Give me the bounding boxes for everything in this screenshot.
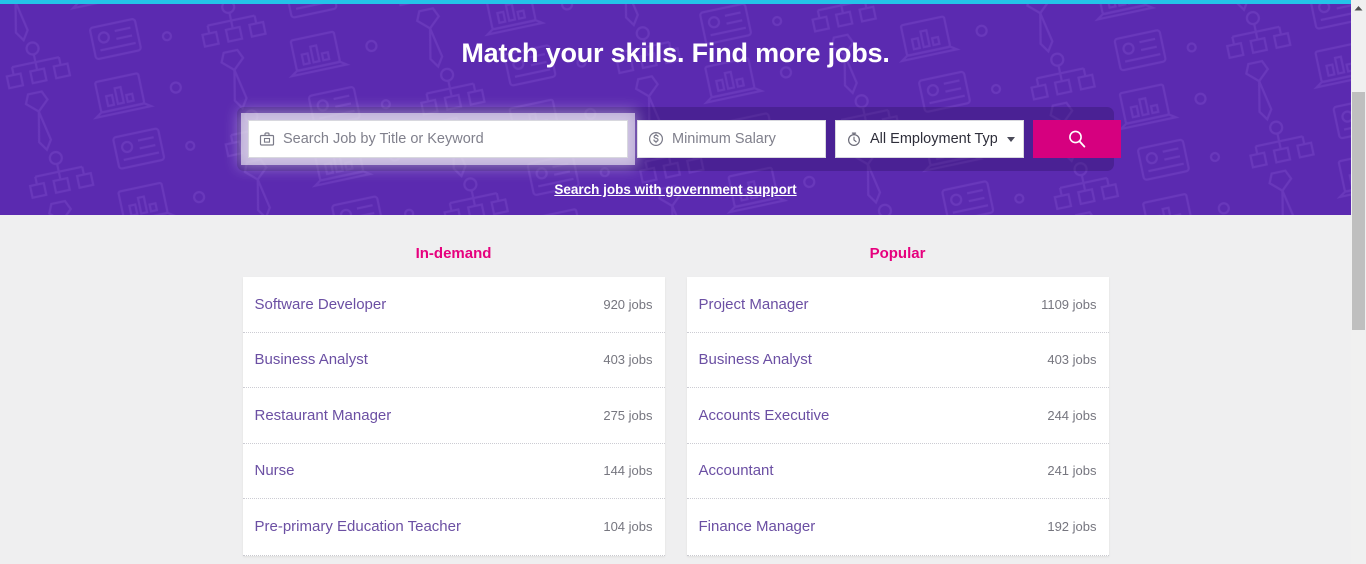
list-item[interactable]: Accountant 241 jobs	[686, 444, 1109, 499]
search-panel: Search Job by Title or Keyword Minimum S…	[237, 107, 1121, 171]
popular-column: Popular Project Manager 1109 jobs Busine…	[686, 245, 1109, 564]
scrollbar-thumb[interactable]	[1352, 92, 1365, 330]
job-title: Restaurant Manager	[254, 406, 392, 424]
search-button[interactable]	[1033, 120, 1121, 158]
scroll-up-arrow-icon	[1354, 6, 1363, 11]
list-item[interactable]: Pre-primary Education Teacher 104 jobs	[243, 499, 665, 555]
job-title: Business Analyst	[698, 351, 812, 369]
hero-title: Match your skills. Find more jobs.	[461, 38, 890, 68]
job-count: 403 jobs	[603, 352, 653, 368]
in-demand-column: In-demand Software Developer 920 jobs Bu…	[242, 245, 665, 564]
job-title: Finance Manager	[698, 518, 816, 536]
chevron-down-icon	[1007, 136, 1015, 142]
job-count: 1109 jobs	[1041, 296, 1097, 312]
list-item[interactable]: Business Analyst 403 jobs	[242, 333, 665, 388]
search-icon	[1069, 130, 1086, 148]
job-title: Accountant	[698, 462, 774, 480]
job-title: Software Developer	[254, 295, 387, 313]
keyword-search-field[interactable]: Search Job by Title or Keyword	[248, 120, 628, 158]
scroll-up-button[interactable]	[1351, 0, 1366, 16]
hero-banner: Match your skills. Find more jobs. Searc…	[0, 4, 1351, 215]
government-support-link[interactable]: Search jobs with government support	[554, 182, 796, 197]
job-count: 244 jobs	[1047, 407, 1097, 423]
dollar-circle-icon	[648, 131, 664, 147]
job-title: Project Manager	[698, 295, 809, 313]
top-accent-strip	[0, 0, 1351, 4]
list-item[interactable]: Finance Manager 192 jobs	[687, 499, 1109, 555]
job-title: Business Analyst	[254, 351, 368, 369]
job-title: Pre-primary Education Teacher	[254, 518, 461, 536]
keyword-search-placeholder: Search Job by Title or Keyword	[283, 131, 484, 147]
job-title: Nurse	[254, 462, 295, 480]
job-categories-section: In-demand Software Developer 920 jobs Bu…	[0, 215, 1351, 564]
job-count: 275 jobs	[603, 407, 653, 423]
list-item[interactable]: Project Manager 1109 jobs	[686, 277, 1109, 333]
list-item[interactable]: Business Analyst 403 jobs	[686, 333, 1109, 388]
job-title: Accounts Executive	[698, 406, 830, 424]
minimum-salary-field[interactable]: Minimum Salary	[637, 120, 826, 158]
job-count: 192 jobs	[1047, 519, 1097, 535]
job-count: 403 jobs	[1047, 352, 1097, 368]
popular-card: Project Manager 1109 jobs Business Analy…	[686, 277, 1109, 556]
government-support-link-wrap: Search jobs with government support	[0, 181, 1351, 199]
list-item[interactable]: Software Developer 920 jobs	[242, 277, 665, 333]
list-item[interactable]: Restaurant Manager 275 jobs	[242, 388, 665, 444]
list-item[interactable]: Accounts Executive 244 jobs	[686, 388, 1109, 444]
popular-heading: Popular	[869, 245, 926, 262]
search-form: Search Job by Title or Keyword Minimum S…	[248, 120, 1121, 158]
briefcase-icon	[259, 132, 275, 146]
list-item[interactable]: Nurse 144 jobs	[242, 444, 665, 499]
page-root: Match your skills. Find more jobs. Searc…	[0, 0, 1366, 564]
job-count: 144 jobs	[603, 463, 653, 479]
job-count: 104 jobs	[603, 519, 653, 535]
in-demand-heading: In-demand	[415, 245, 492, 262]
vertical-scrollbar[interactable]	[1351, 0, 1366, 564]
job-count: 920 jobs	[603, 296, 653, 312]
employment-type-dropdown[interactable]: All Employment Types	[835, 120, 1024, 158]
job-count: 241 jobs	[1047, 463, 1097, 479]
employment-type-selected-label: All Employment Types	[870, 131, 997, 147]
stopwatch-icon	[847, 132, 861, 147]
in-demand-card: Software Developer 920 jobs Business Ana…	[242, 277, 665, 556]
minimum-salary-placeholder: Minimum Salary	[672, 131, 776, 147]
